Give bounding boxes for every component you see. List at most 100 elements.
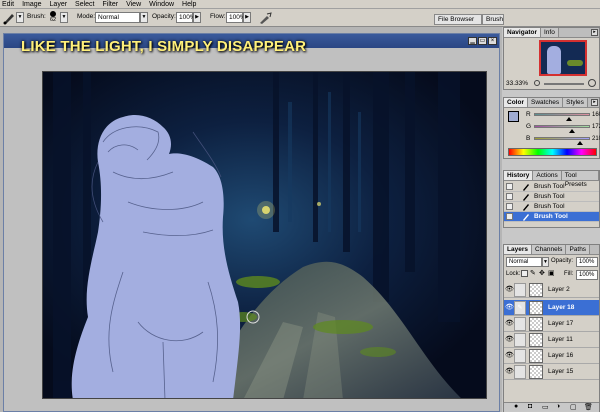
menu-image[interactable]: Image: [22, 0, 41, 9]
layer-row[interactable]: 👁 Layer 16: [504, 348, 599, 364]
zoom-out-icon[interactable]: [534, 80, 540, 86]
menu-edit[interactable]: Edit: [2, 0, 14, 9]
flow-dropdown[interactable]: ▶: [243, 12, 251, 23]
layer-name[interactable]: Layer 2: [548, 286, 570, 293]
lock-position-icon[interactable]: ✥: [539, 270, 546, 277]
layer-row[interactable]: 👁 Layer 17: [504, 316, 599, 332]
mode-select[interactable]: Normal: [95, 12, 140, 23]
history-item[interactable]: Brush Tool: [504, 202, 599, 212]
tab-channels[interactable]: Channels: [531, 245, 567, 254]
fill-input[interactable]: 100%: [576, 270, 598, 280]
menu-layer[interactable]: Layer: [50, 0, 68, 9]
eye-icon[interactable]: 👁: [505, 319, 514, 328]
tab-styles[interactable]: Styles: [563, 98, 588, 107]
tool-preset-dropdown[interactable]: ▼: [16, 12, 24, 23]
layer-row[interactable]: 👁 ✎ Layer 18: [504, 300, 599, 316]
lock-transparency-icon[interactable]: [521, 270, 528, 277]
history-item[interactable]: Brush Tool: [504, 192, 599, 202]
link-icon[interactable]: [514, 365, 526, 379]
tab-navigator[interactable]: Navigator: [504, 28, 541, 37]
delete-layer-icon[interactable]: 🗑: [584, 403, 593, 411]
navigator-menu-icon[interactable]: ▸: [591, 29, 598, 36]
channel-slider-knob[interactable]: [568, 129, 575, 133]
new-layer-icon[interactable]: ▢: [570, 403, 577, 411]
layer-style-icon[interactable]: ●: [514, 403, 518, 410]
navigator-zoom-value[interactable]: 33.33%: [506, 80, 528, 87]
tab-color[interactable]: Color: [504, 98, 528, 107]
tab-info[interactable]: Info: [540, 28, 559, 37]
brush-tool-icon[interactable]: [2, 11, 16, 25]
adjustment-layer-icon[interactable]: ◑: [556, 403, 560, 410]
eye-icon[interactable]: 👁: [505, 303, 514, 312]
tab-history[interactable]: History: [504, 171, 534, 180]
history-snapshot-checkbox[interactable]: [506, 183, 513, 190]
history-snapshot-checkbox[interactable]: [506, 193, 513, 200]
tab-tool-presets[interactable]: Tool Presets: [561, 171, 599, 188]
link-icon[interactable]: [514, 349, 526, 363]
eye-icon[interactable]: 👁: [505, 351, 514, 360]
layer-row[interactable]: 👁 Layer 15: [504, 364, 599, 380]
eye-icon[interactable]: 👁: [505, 335, 514, 344]
link-icon[interactable]: [514, 333, 526, 347]
layer-row[interactable]: 👁 Layer 11: [504, 332, 599, 348]
tab-layers[interactable]: Layers: [504, 245, 532, 254]
history-snapshot-checkbox[interactable]: [506, 213, 513, 220]
layer-set-icon[interactable]: ▭: [542, 403, 549, 411]
layer-name[interactable]: Layer 15: [548, 368, 573, 375]
opacity-dropdown[interactable]: ▶: [193, 12, 201, 23]
paintbrush-icon[interactable]: ✎: [514, 301, 526, 315]
lock-image-icon[interactable]: ✎: [530, 270, 537, 277]
maximize-button[interactable]: ▭: [478, 37, 487, 45]
image-canvas[interactable]: [42, 71, 487, 399]
channel-value[interactable]: 160: [592, 112, 600, 118]
channel-slider[interactable]: [534, 137, 590, 140]
tab-paths[interactable]: Paths: [566, 245, 591, 254]
brush-dropdown[interactable]: ▼: [60, 12, 68, 23]
eye-icon[interactable]: 👁: [505, 367, 514, 376]
menu-window[interactable]: Window: [149, 0, 174, 9]
layer-mask-icon[interactable]: ◘: [528, 403, 532, 410]
menu-select[interactable]: Select: [75, 0, 94, 9]
layer-name[interactable]: Layer 17: [548, 320, 573, 327]
channel-value[interactable]: 172: [592, 124, 600, 130]
lock-all-icon[interactable]: ▣: [548, 270, 555, 277]
tab-actions[interactable]: Actions: [533, 171, 562, 180]
channel-slider-knob[interactable]: [566, 117, 573, 121]
minimize-button[interactable]: ▁: [468, 37, 477, 45]
tab-file-browser[interactable]: File Browser: [434, 14, 482, 25]
history-item[interactable]: Brush Tool: [504, 212, 599, 222]
mode-dropdown[interactable]: ▼: [140, 12, 148, 23]
channel-slider[interactable]: [534, 113, 590, 116]
opacity-input[interactable]: 100%: [176, 12, 196, 23]
layer-opacity-input[interactable]: 100%: [576, 257, 598, 267]
eye-icon[interactable]: 👁: [505, 285, 514, 294]
layer-row[interactable]: 👁 Layer 2: [504, 282, 599, 298]
layer-name[interactable]: Layer 16: [548, 352, 573, 359]
channel-slider-knob[interactable]: [576, 141, 583, 145]
brush-preview-icon[interactable]: 62: [48, 11, 58, 26]
layer-name[interactable]: Layer 11: [548, 336, 573, 343]
close-button[interactable]: ×: [488, 37, 497, 45]
foreground-color-swatch[interactable]: [508, 111, 519, 122]
blend-mode-dropdown[interactable]: ▼: [542, 257, 549, 267]
menu-view[interactable]: View: [126, 0, 141, 9]
link-icon[interactable]: [514, 283, 526, 297]
channel-slider[interactable]: [534, 125, 590, 128]
color-spectrum-bar[interactable]: [508, 148, 597, 156]
flow-input[interactable]: 100%: [226, 12, 246, 23]
color-menu-icon[interactable]: ▸: [591, 99, 598, 106]
zoom-slider[interactable]: [544, 83, 584, 85]
blend-mode-select[interactable]: Normal: [506, 257, 542, 267]
layer-name[interactable]: Layer 18: [548, 304, 574, 311]
zoom-in-icon[interactable]: [588, 79, 596, 87]
history-item[interactable]: Brush Tool: [504, 182, 599, 192]
channel-value[interactable]: 210: [592, 136, 600, 142]
tab-swatches[interactable]: Swatches: [527, 98, 564, 107]
navigator-preview[interactable]: [539, 40, 587, 76]
menu-filter[interactable]: Filter: [103, 0, 119, 9]
tab-brushes[interactable]: Brushe: [482, 14, 504, 25]
link-icon[interactable]: [514, 317, 526, 331]
menu-help[interactable]: Help: [182, 0, 196, 9]
airbrush-icon[interactable]: [259, 12, 272, 24]
history-snapshot-checkbox[interactable]: [506, 203, 513, 210]
